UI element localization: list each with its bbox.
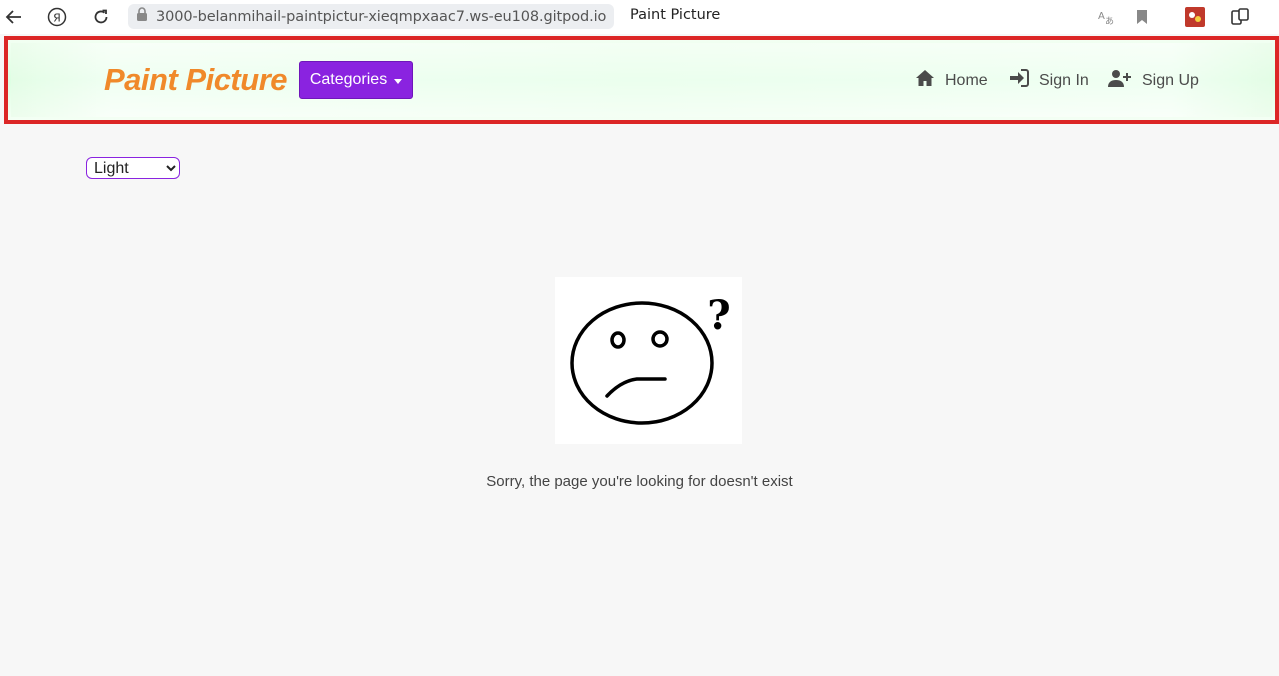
- theme-select[interactable]: Light: [86, 157, 180, 179]
- confused-face-icon: ?: [555, 277, 742, 444]
- back-arrow-icon[interactable]: [2, 5, 26, 29]
- error-message: Sorry, the page you're looking for doesn…: [486, 473, 793, 490]
- nav-home-link[interactable]: Home: [915, 69, 988, 92]
- lock-icon: [136, 7, 148, 26]
- svg-text:?: ?: [707, 292, 730, 339]
- sign-in-icon: [1009, 69, 1039, 92]
- extension-icon[interactable]: [1183, 5, 1207, 29]
- categories-dropdown-button[interactable]: Categories: [299, 61, 413, 99]
- address-bar[interactable]: 3000-belanmihail-paintpictur-xieqmpxaac7…: [128, 4, 614, 29]
- yandex-icon[interactable]: Я: [45, 5, 69, 29]
- tab-title: Paint Picture: [630, 7, 721, 23]
- categories-label: Categories: [309, 71, 388, 88]
- caret-down-icon: [394, 78, 403, 84]
- nav-sign-up-label: Sign Up: [1142, 71, 1199, 89]
- translate-icon[interactable]: Aあ: [1094, 5, 1118, 29]
- svg-text:あ: あ: [1105, 16, 1114, 25]
- reload-icon[interactable]: [89, 5, 113, 29]
- home-icon: [915, 69, 945, 92]
- svg-text:Я: Я: [53, 12, 61, 25]
- nav-sign-in-link[interactable]: Sign In: [1009, 69, 1089, 92]
- nav-sign-in-label: Sign In: [1039, 71, 1089, 89]
- collections-icon[interactable]: [1228, 5, 1252, 29]
- url-text: 3000-belanmihail-paintpictur-xieqmpxaac7…: [156, 8, 607, 25]
- navbar: Paint Picture Categories Home Sign In Si…: [4, 36, 1279, 124]
- bookmark-icon[interactable]: [1130, 5, 1154, 29]
- svg-text:A: A: [1098, 11, 1105, 22]
- user-plus-icon: [1108, 69, 1142, 92]
- brand-logo[interactable]: Paint Picture: [104, 62, 288, 98]
- browser-toolbar: Я 3000-belanmihail-paintpictur-xieqmpxaa…: [0, 0, 1279, 34]
- nav-home-label: Home: [945, 71, 988, 89]
- nav-sign-up-link[interactable]: Sign Up: [1108, 69, 1199, 92]
